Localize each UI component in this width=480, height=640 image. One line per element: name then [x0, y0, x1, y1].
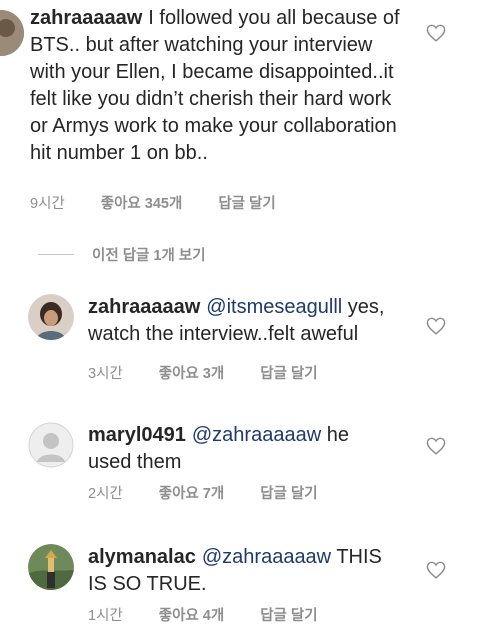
avatar[interactable] [28, 294, 74, 340]
comment-username[interactable]: zahraaaaaw [88, 296, 200, 318]
comment-meta: 9시간 좋아요 345개 답글 달기 [30, 192, 312, 213]
comment-time: 2시간 [88, 486, 123, 502]
comment-likes[interactable]: 좋아요 7개 [159, 486, 224, 502]
comment-likes[interactable]: 좋아요 4개 [159, 608, 224, 624]
view-previous-replies[interactable]: 이전 답글 1개 보기 [38, 244, 206, 265]
reply-button[interactable]: 답글 달기 [260, 486, 317, 502]
heart-outline-icon[interactable] [426, 317, 446, 335]
avatar[interactable] [28, 544, 74, 590]
mention-link[interactable]: @zahraaaaaw [192, 424, 321, 446]
comment-meta: 2시간 좋아요 7개 답글 달기 [88, 482, 354, 503]
mention-link[interactable]: @itsmeseagulll [206, 296, 342, 318]
comment-username[interactable]: zahraaaaaw [30, 7, 142, 29]
comment-time: 9시간 [30, 196, 65, 212]
mention-link[interactable]: @zahraaaaaw [202, 546, 331, 568]
comment-body: alymanalac @zahraaaaaw THIS IS SO TRUE. [88, 544, 388, 598]
avatar[interactable] [0, 10, 24, 56]
comment-time: 1시간 [88, 608, 123, 624]
comment-username[interactable]: alymanalac [88, 546, 196, 568]
comment-body: zahraaaaaw @itsmeseagulll yes, watch the … [88, 294, 410, 348]
comment-body: zahraaaaaw I followed you all because of … [30, 5, 410, 167]
comment-username[interactable]: maryl0491 [88, 424, 186, 446]
comment-likes[interactable]: 좋아요 345개 [101, 196, 183, 212]
reply-button[interactable]: 답글 달기 [260, 366, 317, 382]
comment-text: I followed you all because of BTS.. but … [30, 7, 400, 164]
heart-outline-icon[interactable] [426, 24, 446, 42]
comment-meta: 3시간 좋아요 3개 답글 달기 [88, 362, 354, 383]
heart-outline-icon[interactable] [426, 437, 446, 455]
comment-body: maryl0491 @zahraaaaaw he used them [88, 422, 378, 476]
view-previous-replies-label: 이전 답글 1개 보기 [92, 248, 206, 264]
reply-button[interactable]: 답글 달기 [218, 196, 275, 212]
comment-likes[interactable]: 좋아요 3개 [159, 366, 224, 382]
reply-button[interactable]: 답글 달기 [260, 608, 317, 624]
comment-meta: 1시간 좋아요 4개 답글 달기 [88, 604, 354, 625]
avatar[interactable] [28, 422, 74, 468]
divider-line [38, 254, 74, 255]
comment-time: 3시간 [88, 366, 123, 382]
heart-outline-icon[interactable] [426, 561, 446, 579]
